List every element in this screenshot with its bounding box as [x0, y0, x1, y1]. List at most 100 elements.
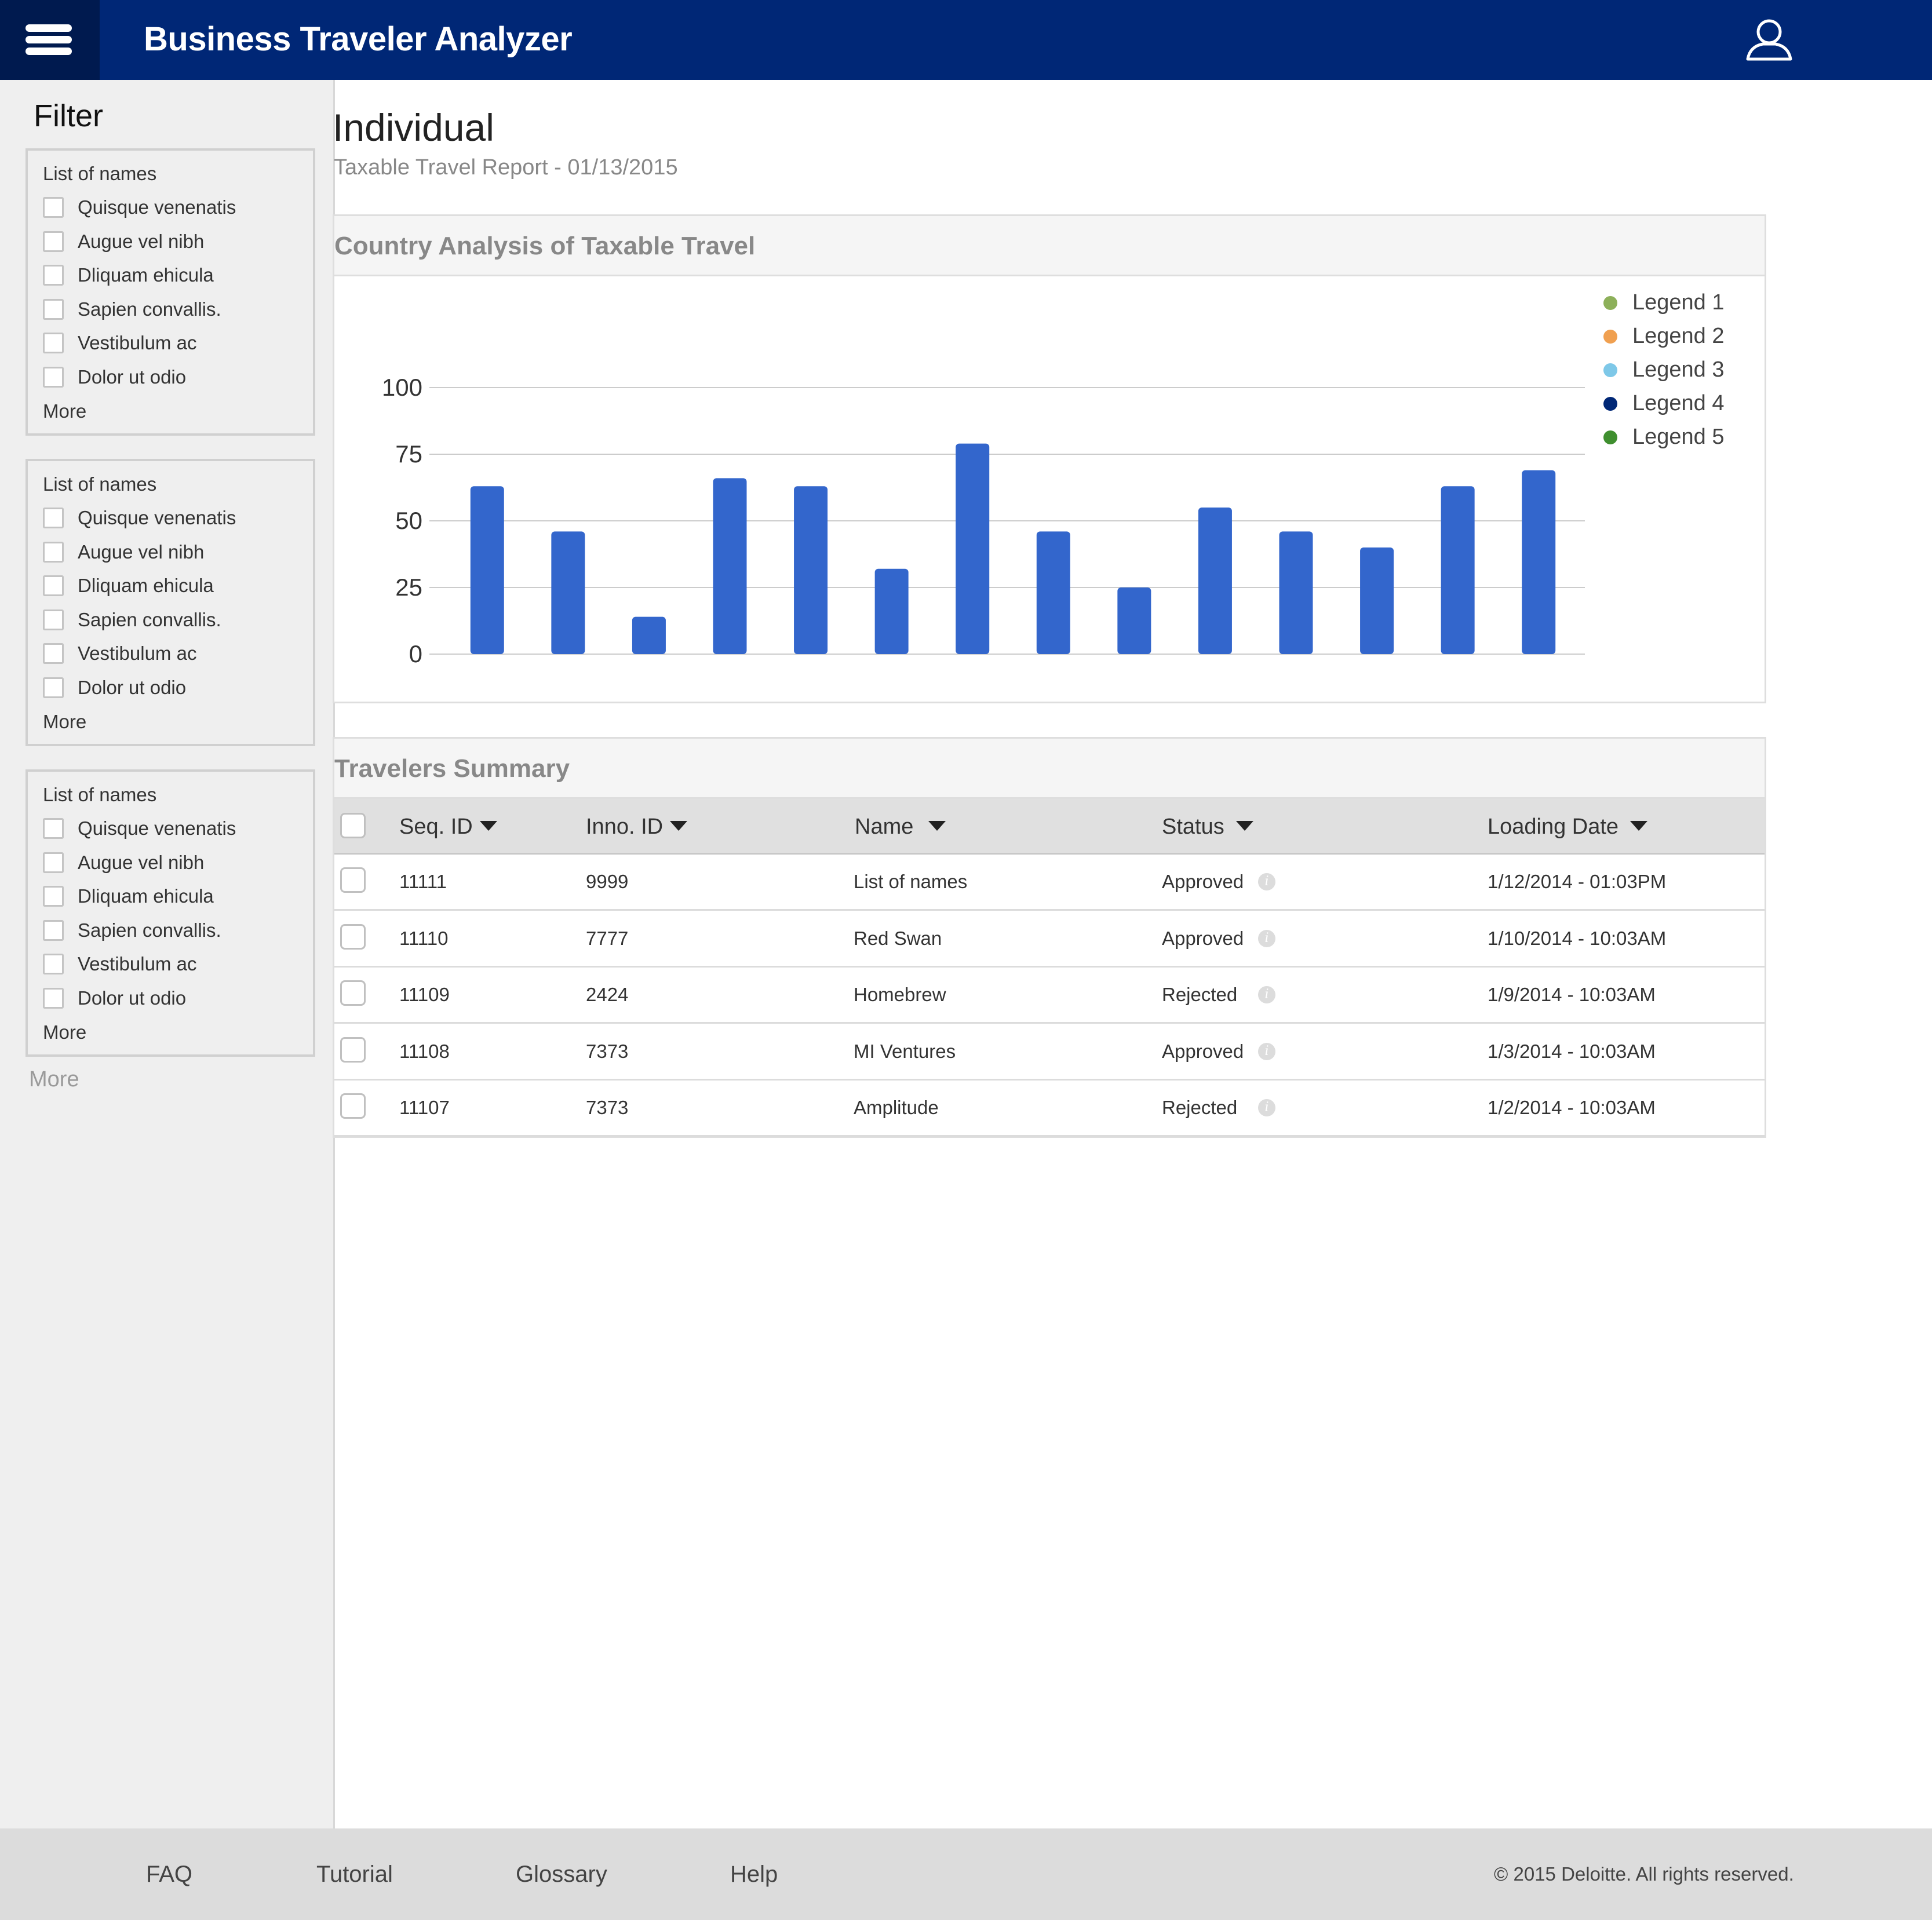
- filter-group-2: List of names Quisque venenatis Augue vel …: [25, 459, 315, 746]
- info-icon[interactable]: i: [1258, 929, 1275, 947]
- chart-bar[interactable]: [956, 443, 990, 654]
- user-profile-icon[interactable]: [1743, 17, 1795, 64]
- filter-option-label: Dliquam ehicula: [78, 264, 214, 286]
- column-loading-date[interactable]: Loading Date: [1488, 812, 1648, 842]
- info-icon[interactable]: i: [1258, 873, 1275, 890]
- y-tick-label: 75: [395, 440, 422, 468]
- cell-loading-date: 1/10/2014 - 10:03AM: [1488, 927, 1667, 949]
- filter-option-label: Augue vel nibh: [78, 541, 205, 563]
- y-tick-label: 50: [395, 507, 422, 534]
- chart-bar[interactable]: [470, 486, 504, 654]
- filter-checkbox[interactable]: [43, 852, 64, 873]
- app-header: Business Traveler Analyzer: [0, 0, 1932, 80]
- page-title: Individual: [333, 106, 494, 149]
- filter-checkbox[interactable]: [43, 818, 64, 839]
- filter-checkbox[interactable]: [43, 265, 64, 286]
- filter-option-label: Dolor ut odio: [78, 987, 187, 1009]
- cell-loading-date: 1/2/2014 - 10:03AM: [1488, 1097, 1656, 1118]
- filter-checkbox[interactable]: [43, 643, 64, 664]
- chart-bar[interactable]: [1117, 587, 1151, 654]
- filter-checkbox[interactable]: [43, 541, 64, 563]
- filter-checkbox[interactable]: [43, 919, 64, 941]
- filter-checkbox[interactable]: [43, 609, 64, 630]
- legend-dot-icon: [1603, 397, 1617, 411]
- filter-checkbox[interactable]: [43, 508, 64, 528]
- table-row[interactable]: 11111 9999 List of names Approved 1/12/2014 …: [334, 855, 1765, 911]
- chart-bar[interactable]: [874, 568, 909, 654]
- cell-seq-id: 11110: [399, 927, 449, 949]
- filter-option-label: Augue vel nibh: [78, 230, 205, 252]
- chart-bar[interactable]: [1279, 531, 1313, 654]
- y-tick-label: 100: [382, 374, 422, 401]
- footer-link-glossary[interactable]: Glossary: [516, 1859, 607, 1890]
- cell-loading-date: 1/12/2014 - 01:03PM: [1488, 871, 1667, 892]
- filter-checkbox[interactable]: [43, 575, 64, 596]
- filter-option-label: Dolor ut odio: [78, 676, 187, 698]
- filter-checkbox[interactable]: [43, 954, 64, 974]
- row-checkbox[interactable]: [340, 1093, 366, 1119]
- filter-checkbox[interactable]: [43, 298, 64, 320]
- filter-checkbox[interactable]: [43, 197, 64, 218]
- chart-bar[interactable]: [632, 616, 666, 654]
- footer-link-help[interactable]: Help: [730, 1859, 778, 1890]
- caret-down-icon: [479, 821, 497, 831]
- chart-bar[interactable]: [713, 478, 747, 654]
- footer-link-faq[interactable]: FAQ: [146, 1859, 192, 1890]
- filter-checkbox[interactable]: [43, 333, 64, 353]
- table-panel-header: Travelers Summary: [334, 739, 1765, 799]
- chart-bar[interactable]: [1522, 470, 1556, 654]
- filter-option-label: Augue vel nibh: [78, 851, 205, 873]
- chart-bar[interactable]: [1036, 531, 1070, 654]
- cell-status: Rejected: [1162, 984, 1238, 1005]
- sidebar-more-link[interactable]: More: [29, 1065, 79, 1094]
- legend-dot-icon: [1603, 330, 1617, 344]
- row-checkbox[interactable]: [340, 980, 366, 1006]
- row-checkbox[interactable]: [340, 867, 366, 893]
- info-icon[interactable]: i: [1258, 986, 1275, 1003]
- footer-link-tutorial[interactable]: Tutorial: [316, 1859, 393, 1890]
- filter-more-link[interactable]: More: [43, 709, 86, 735]
- chart-panel-header: Country Analysis of Taxable Travel: [334, 216, 1765, 276]
- filter-option-label: Sapien convallis.: [78, 608, 221, 630]
- cell-loading-date: 1/3/2014 - 10:03AM: [1488, 1040, 1656, 1062]
- chart-bar[interactable]: [1360, 547, 1394, 654]
- filter-checkbox[interactable]: [43, 231, 64, 252]
- column-status[interactable]: Status: [1162, 812, 1253, 842]
- row-checkbox[interactable]: [340, 1036, 366, 1063]
- filter-more-link[interactable]: More: [43, 1020, 86, 1045]
- filter-checkbox[interactable]: [43, 886, 64, 907]
- legend-dot-icon: [1603, 430, 1617, 444]
- filter-title: Filter: [34, 98, 103, 133]
- column-name[interactable]: Name: [855, 812, 946, 842]
- filter-group-title: List of names: [43, 163, 157, 184]
- bar-chart: 0 25 50 75 100: [382, 374, 1585, 667]
- filter-checkbox[interactable]: [43, 987, 64, 1009]
- column-seq-id[interactable]: Seq. ID: [399, 812, 497, 842]
- chart-bar[interactable]: [1198, 508, 1232, 654]
- chart-bar[interactable]: [794, 486, 828, 654]
- table-row[interactable]: 11110 7777 Red Swan Approved 1/10/2014 - 10:…: [334, 911, 1765, 968]
- filter-more-link[interactable]: More: [43, 399, 86, 424]
- table-row[interactable]: 11107 7373 Amplitude Rejected 1/2/2014 - 10:…: [334, 1081, 1765, 1137]
- filter-option-label: Sapien convallis.: [78, 919, 221, 941]
- table-row[interactable]: 11109 2424 Homebrew Rejected 1/9/2014 - 10:0…: [334, 968, 1765, 1024]
- hamburger-menu-button[interactable]: [0, 0, 100, 80]
- chart-bar[interactable]: [551, 531, 585, 654]
- chart-bar[interactable]: [1441, 486, 1475, 654]
- legend-label: Legend 3: [1632, 357, 1725, 382]
- cell-name: MI Ventures: [854, 1040, 956, 1062]
- table-row[interactable]: 11108 7373 MI Ventures Approved 1/3/2014 - 1…: [334, 1024, 1765, 1081]
- column-inno-id[interactable]: Inno. ID: [586, 812, 688, 842]
- cell-seq-id: 11108: [399, 1040, 450, 1062]
- cell-seq-id: 11107: [399, 1097, 450, 1118]
- filter-checkbox[interactable]: [43, 677, 64, 698]
- row-checkbox[interactable]: [340, 924, 366, 950]
- info-icon[interactable]: i: [1258, 1042, 1275, 1060]
- cell-name: Amplitude: [854, 1097, 939, 1118]
- info-icon[interactable]: i: [1258, 1099, 1275, 1116]
- legend-label: Legend 1: [1632, 290, 1725, 315]
- page-subtitle: Taxable Travel Report - 01/13/2015: [334, 155, 678, 180]
- filter-checkbox[interactable]: [43, 366, 64, 388]
- cell-seq-id: 11109: [399, 984, 450, 1005]
- select-all-checkbox[interactable]: [340, 813, 366, 838]
